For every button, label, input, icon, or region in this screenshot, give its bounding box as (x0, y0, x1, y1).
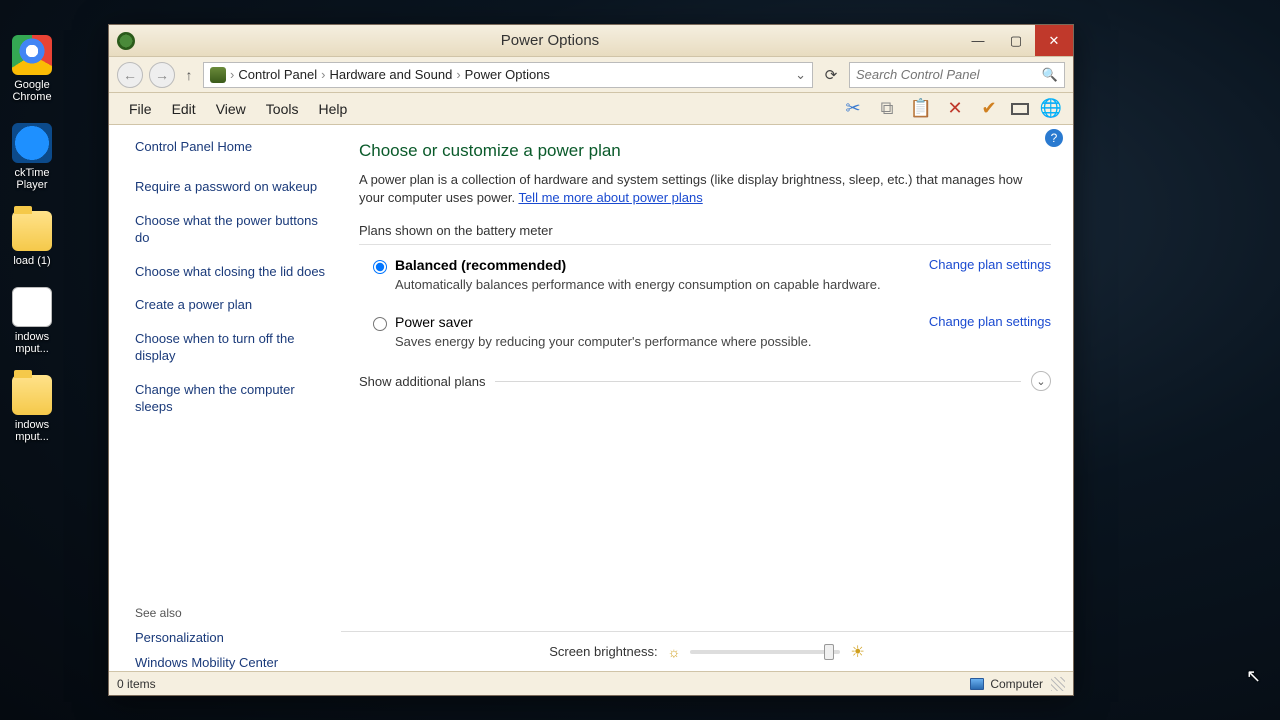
show-additional-plans[interactable]: Show additional plans ⌄ (359, 371, 1051, 391)
computer-icon (970, 678, 984, 690)
desktop-icons: Google Chrome ckTime Player load (1) ind… (0, 0, 80, 463)
desktop-icon-quicktime[interactable]: ckTime Player (0, 123, 64, 191)
folder-icon (12, 211, 52, 251)
menu-edit[interactable]: Edit (162, 97, 206, 121)
expander-label: Show additional plans (359, 374, 485, 389)
breadcrumb-separator: › (456, 67, 460, 82)
plan-power-saver-radio[interactable] (373, 317, 387, 331)
change-plan-settings-link[interactable]: Change plan settings (929, 257, 1051, 272)
menu-tools[interactable]: Tools (256, 97, 309, 121)
sidebar-turn-off-display[interactable]: Choose when to turn off the display (135, 330, 327, 365)
breadcrumb-separator: › (321, 67, 325, 82)
menu-view[interactable]: View (206, 97, 256, 121)
window-title: Power Options (141, 32, 959, 49)
paste-icon[interactable]: 📋 (909, 97, 933, 121)
see-also-mobility-center[interactable]: Windows Mobility Center (135, 655, 327, 670)
titlebar[interactable]: Power Options — ▢ ✕ (109, 25, 1073, 57)
sidebar-power-buttons[interactable]: Choose what the power buttons do (135, 212, 327, 247)
desktop-icon-label: ckTime Player (0, 167, 64, 191)
rect-icon[interactable] (1011, 103, 1029, 115)
sun-dim-icon: ☼ (668, 644, 681, 660)
delete-icon[interactable]: ✕ (943, 97, 967, 121)
brightness-slider[interactable] (690, 650, 840, 654)
help-icon[interactable]: ? (1045, 129, 1063, 147)
brightness-label: Screen brightness: (549, 644, 657, 659)
forward-button[interactable]: → (149, 62, 175, 88)
menu-file[interactable]: File (119, 97, 162, 121)
folder-icon (12, 375, 52, 415)
status-location: Computer (990, 677, 1043, 691)
plan-description: Automatically balances performance with … (395, 277, 919, 292)
chevron-down-icon[interactable]: ⌄ (1031, 371, 1051, 391)
menubar: File Edit View Tools Help ✂ ⧉ 📋 ✕ ✔ 🌐 (109, 93, 1073, 125)
divider (495, 381, 1021, 382)
plan-description: Saves energy by reducing your computer's… (395, 334, 919, 349)
minimize-button[interactable]: — (959, 25, 997, 56)
statusbar: 0 items Computer (109, 671, 1073, 695)
power-options-window: Power Options — ▢ ✕ ← → ↑ › Control Pane… (108, 24, 1074, 696)
sun-bright-icon: ☀ (850, 642, 864, 662)
desktop-icon-chrome[interactable]: Google Chrome (0, 35, 64, 103)
breadcrumb[interactable]: › Control Panel › Hardware and Sound › P… (203, 62, 813, 88)
globe-icon[interactable]: 🌐 (1039, 97, 1063, 121)
breadcrumb-separator: › (230, 67, 234, 82)
status-items: 0 items (117, 677, 156, 691)
document-icon (12, 287, 52, 327)
breadcrumb-hardware-sound[interactable]: Hardware and Sound (329, 67, 452, 82)
learn-more-link[interactable]: Tell me more about power plans (518, 190, 702, 205)
desktop-icon-download[interactable]: load (1) (0, 211, 64, 267)
see-also-label: See also (135, 606, 327, 620)
copy-icon[interactable]: ⧉ (875, 97, 899, 121)
sidebar-computer-sleeps[interactable]: Change when the computer sleeps (135, 381, 327, 416)
plan-name: Balanced (recommended) (395, 257, 919, 273)
page-description: A power plan is a collection of hardware… (359, 171, 1051, 207)
plan-balanced[interactable]: Balanced (recommended) Automatically bal… (359, 249, 1051, 306)
plans-section-label: Plans shown on the battery meter (359, 223, 1051, 238)
desktop-icon-label: Google Chrome (0, 79, 64, 103)
breadcrumb-control-panel[interactable]: Control Panel (238, 67, 317, 82)
chrome-icon (12, 35, 52, 75)
plan-name: Power saver (395, 314, 919, 330)
plan-balanced-radio[interactable] (373, 260, 387, 274)
up-button[interactable]: ↑ (181, 67, 197, 83)
desktop-icon-label: indows mput... (0, 331, 64, 355)
address-bar: ← → ↑ › Control Panel › Hardware and Sou… (109, 57, 1073, 93)
see-also-personalization[interactable]: Personalization (135, 630, 327, 645)
change-plan-settings-link[interactable]: Change plan settings (929, 314, 1051, 329)
close-button[interactable]: ✕ (1035, 25, 1073, 56)
breadcrumb-dropdown-icon[interactable]: ⌄ (795, 67, 806, 83)
search-input[interactable] (856, 67, 1042, 82)
app-icon (117, 32, 135, 50)
sidebar: Control Panel Home Require a password on… (109, 125, 341, 671)
desktop-icon-doc[interactable]: indows mput... (0, 287, 64, 355)
breadcrumb-power-options[interactable]: Power Options (465, 67, 550, 82)
brightness-bar: Screen brightness: ☼ ☀ (341, 631, 1073, 671)
page-title: Choose or customize a power plan (359, 141, 1051, 161)
menu-help[interactable]: Help (308, 97, 357, 121)
desktop-icon-label: load (1) (0, 255, 64, 267)
maximize-button[interactable]: ▢ (997, 25, 1035, 56)
resize-grip[interactable] (1051, 677, 1065, 691)
brightness-thumb[interactable] (824, 644, 834, 660)
cursor-icon: ↖ (1246, 666, 1261, 687)
control-panel-icon (210, 67, 226, 83)
sidebar-create-plan[interactable]: Create a power plan (135, 296, 327, 314)
back-button[interactable]: ← (117, 62, 143, 88)
sidebar-closing-lid[interactable]: Choose what closing the lid does (135, 263, 327, 281)
main-content: ? Choose or customize a power plan A pow… (341, 125, 1073, 671)
plan-power-saver[interactable]: Power saver Saves energy by reducing you… (359, 306, 1051, 363)
refresh-button[interactable]: ⟳ (819, 66, 843, 84)
desktop-icon-label: indows mput... (0, 419, 64, 443)
control-panel-home-link[interactable]: Control Panel Home (135, 139, 327, 154)
sidebar-require-password[interactable]: Require a password on wakeup (135, 178, 327, 196)
desktop-icon-folder2[interactable]: indows mput... (0, 375, 64, 443)
search-box[interactable]: 🔍 (849, 62, 1065, 88)
search-icon[interactable]: 🔍 (1042, 67, 1058, 83)
check-icon[interactable]: ✔ (977, 97, 1001, 121)
cut-icon[interactable]: ✂ (841, 97, 865, 121)
quicktime-icon (12, 123, 52, 163)
